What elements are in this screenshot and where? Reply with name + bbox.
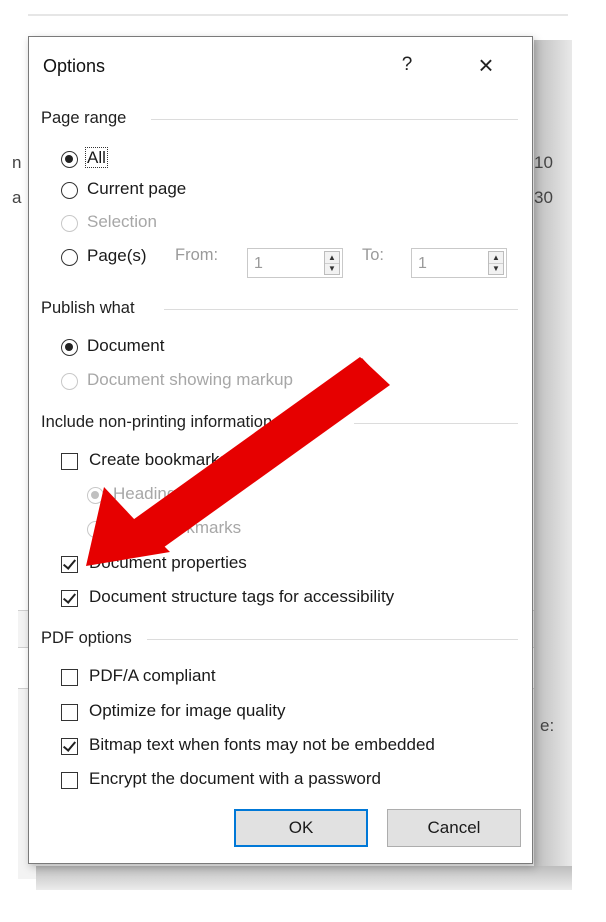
to-label: To:	[362, 246, 385, 264]
ok-button[interactable]: OK	[234, 809, 368, 847]
background-text: a	[12, 188, 22, 207]
to-value: 1	[418, 255, 427, 272]
radio-document-label[interactable]: Document	[87, 336, 164, 356]
pdf-options-heading: PDF options	[41, 629, 132, 647]
section-divider	[147, 639, 518, 640]
radio-selection	[61, 215, 78, 232]
radio-document-markup	[61, 373, 78, 390]
structure-tags-checkbox[interactable]	[61, 590, 78, 607]
optimize-image-checkbox[interactable]	[61, 704, 78, 721]
background-divider	[28, 14, 568, 16]
document-properties-checkbox[interactable]	[61, 556, 78, 573]
options-dialog: Options ? × Page range All Current page …	[28, 36, 533, 864]
create-bookmarks-checkbox[interactable]	[61, 453, 78, 470]
dialog-shadow-bottom	[36, 866, 572, 890]
pdfa-checkbox[interactable]	[61, 669, 78, 686]
close-button[interactable]: ×	[469, 49, 503, 81]
section-divider	[354, 423, 518, 424]
background-text: 10	[534, 153, 553, 172]
radio-all-label[interactable]: All	[85, 147, 108, 168]
non-printing-heading: Include non-printing information	[41, 413, 273, 431]
bitmap-text-checkbox[interactable]	[61, 738, 78, 755]
section-divider	[151, 119, 518, 120]
pdfa-label[interactable]: PDF/A compliant	[89, 666, 216, 686]
cancel-button[interactable]: Cancel	[387, 809, 521, 847]
radio-word-bookmarks-label: Word bookmarks	[113, 518, 242, 537]
radio-headings-label: Headings	[113, 484, 185, 503]
from-spin-arrows[interactable]: ▲ ▼	[324, 251, 340, 275]
to-stepper[interactable]: 1 ▲ ▼	[411, 248, 507, 278]
create-bookmarks-label[interactable]: Create bookmarks using:	[89, 450, 278, 470]
radio-current-page[interactable]	[61, 182, 78, 199]
bitmap-text-label[interactable]: Bitmap text when fonts may not be embedd…	[89, 735, 435, 755]
background-text: n	[12, 153, 22, 172]
from-label: From:	[175, 246, 219, 264]
document-properties-label[interactable]: Document properties	[89, 553, 247, 573]
spin-down-icon[interactable]: ▼	[489, 263, 503, 274]
background-text: 30	[534, 188, 553, 207]
structure-tags-label[interactable]: Document structure tags for accessibilit…	[89, 587, 394, 607]
radio-document-markup-label: Document showing markup	[87, 370, 293, 389]
radio-selection-label: Selection	[87, 212, 157, 231]
encrypt-checkbox[interactable]	[61, 772, 78, 789]
page-range-heading: Page range	[41, 109, 127, 127]
radio-document[interactable]	[61, 339, 78, 356]
radio-pages[interactable]	[61, 249, 78, 266]
to-spin-arrows[interactable]: ▲ ▼	[488, 251, 504, 275]
radio-word-bookmarks	[87, 521, 104, 538]
help-button[interactable]: ?	[393, 51, 421, 79]
radio-current-page-label[interactable]: Current page	[87, 179, 186, 199]
radio-all[interactable]	[61, 151, 78, 168]
from-value: 1	[254, 255, 263, 272]
dialog-titlebar[interactable]: Options ? ×	[29, 37, 532, 93]
spin-down-icon[interactable]: ▼	[325, 263, 339, 274]
encrypt-label[interactable]: Encrypt the document with a password	[89, 769, 381, 789]
background-text: e:	[540, 716, 555, 735]
optimize-image-label[interactable]: Optimize for image quality	[89, 701, 286, 721]
dialog-title: Options	[43, 56, 106, 76]
radio-pages-label[interactable]: Page(s)	[87, 246, 147, 266]
radio-headings	[87, 487, 104, 504]
from-stepper[interactable]: 1 ▲ ▼	[247, 248, 343, 278]
publish-what-heading: Publish what	[41, 299, 135, 317]
section-divider	[164, 309, 518, 310]
